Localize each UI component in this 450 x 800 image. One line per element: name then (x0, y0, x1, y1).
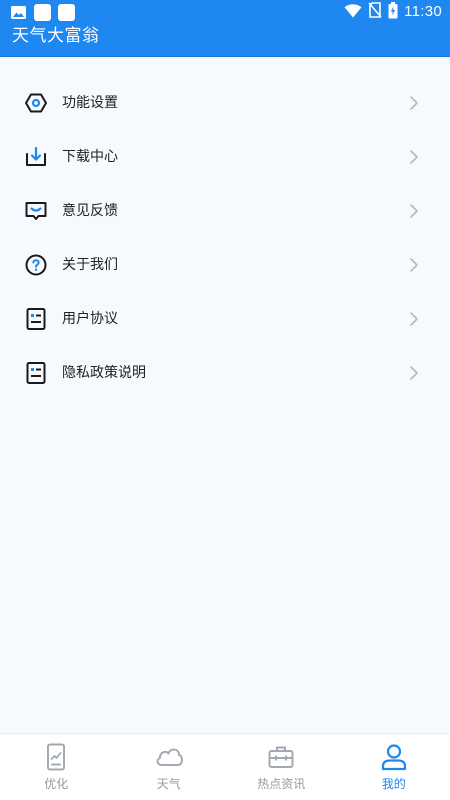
app-title: 天气大富翁 (12, 26, 100, 46)
chevron-right-icon (409, 149, 419, 165)
cloud-icon (154, 742, 184, 772)
battery-icon (388, 1, 398, 23)
no-sim-icon (368, 2, 382, 22)
tab-hot-news[interactable]: 热点资讯 (225, 734, 338, 800)
notification-icons (10, 4, 75, 21)
bottom-nav: 优化 天气 热点资讯 我的 (0, 733, 450, 800)
download-icon (24, 145, 48, 169)
menu-item-about-us[interactable]: 关于我们 (0, 238, 450, 292)
document-icon (24, 361, 48, 385)
user-profile-icon (379, 742, 409, 772)
chevron-right-icon (409, 257, 419, 273)
menu-item-settings[interactable]: 功能设置 (0, 76, 450, 130)
menu-item-user-agreement[interactable]: 用户协议 (0, 292, 450, 346)
menu-item-label: 功能设置 (62, 95, 118, 111)
menu-item-label: 关于我们 (62, 257, 118, 273)
chevron-right-icon (409, 203, 419, 219)
tab-label: 热点资讯 (257, 777, 306, 791)
tab-weather[interactable]: 天气 (113, 734, 226, 800)
tab-optimize[interactable]: 优化 (0, 734, 113, 800)
status-bar: 11:30 (0, 0, 450, 24)
menu-item-label: 意见反馈 (62, 203, 118, 219)
chevron-right-icon (409, 311, 419, 327)
tab-label: 天气 (156, 777, 181, 791)
menu-item-download-center[interactable]: 下载中心 (0, 130, 450, 184)
square-notification-icon (34, 4, 51, 21)
menu-item-label: 隐私政策说明 (62, 365, 146, 381)
app-bar: 天气大富翁 (0, 24, 450, 57)
menu-item-feedback[interactable]: 意见反馈 (0, 184, 450, 238)
feedback-message-icon (24, 199, 48, 223)
image-notification-icon (10, 4, 27, 21)
status-indicators: 11:30 (344, 1, 442, 23)
briefcase-icon (266, 742, 296, 772)
help-question-icon (24, 253, 48, 277)
menu-item-privacy-policy[interactable]: 隐私政策说明 (0, 346, 450, 400)
menu-item-label: 下载中心 (62, 149, 118, 165)
menu-item-label: 用户协议 (62, 311, 118, 327)
chevron-right-icon (409, 365, 419, 381)
screen: 11:30 天气大富翁 功能设置 下载中心 意见反馈 关于我们 用户协议 隐私政… (0, 0, 450, 800)
phone-optimize-icon (41, 742, 71, 772)
status-time: 11:30 (404, 3, 442, 20)
menu-list: 功能设置 下载中心 意见反馈 关于我们 用户协议 隐私政策说明 (0, 76, 450, 400)
tab-mine[interactable]: 我的 (338, 734, 450, 800)
square-notification-icon (58, 4, 75, 21)
wifi-icon (344, 3, 362, 22)
document-icon (24, 307, 48, 331)
chevron-right-icon (409, 95, 419, 111)
tab-label: 我的 (381, 777, 406, 791)
settings-hexagon-icon (24, 91, 48, 115)
tab-label: 优化 (44, 777, 69, 791)
